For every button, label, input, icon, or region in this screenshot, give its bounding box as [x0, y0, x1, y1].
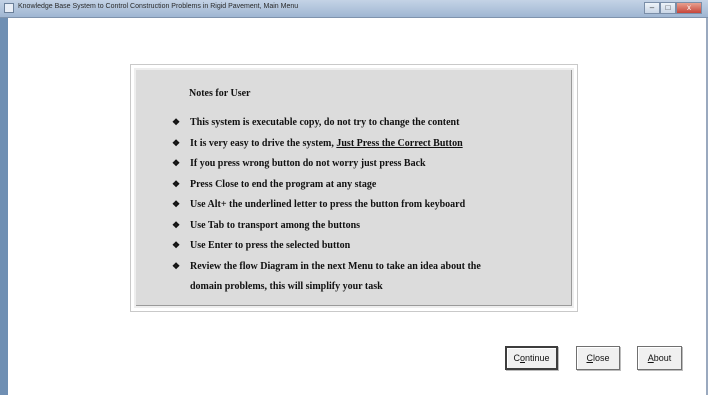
bullet-icon: ❖ [172, 138, 181, 148]
note-text: Press Close to end the program at any st… [190, 179, 377, 190]
close-label-post: lose [592, 353, 610, 363]
note-text: If you press wrong button do not worry j… [190, 158, 426, 169]
note-text: This system is executable copy, do not t… [190, 117, 460, 128]
continue-label-post: ntinue [524, 353, 550, 363]
note-item: ❖ Use Alt+ the underlined letter to press… [172, 199, 465, 210]
note-item: ❖ Press Close to end the program at any s… [172, 179, 376, 190]
bullet-icon: ❖ [172, 220, 181, 230]
note-text: Use Tab to transport among the buttons [190, 220, 361, 231]
note-item: ❖ Use Tab to transport among the buttons [172, 220, 360, 231]
title-bar[interactable]: Knowledge Base System to Control Constru… [0, 0, 708, 18]
about-label-post: bout [653, 353, 672, 363]
minimize-button[interactable]: – [644, 2, 660, 14]
note-continuation: domain problems, this will simplify your… [190, 281, 383, 292]
note-item: ❖ This system is executable copy, do not … [172, 117, 459, 128]
note-item: ❖ Review the flow Diagram in the next Men… [172, 261, 481, 272]
bullet-icon: ❖ [172, 179, 181, 189]
note-text: Use Enter to press the selected button [190, 240, 351, 251]
about-button[interactable]: About [637, 346, 682, 370]
bullet-icon: ❖ [172, 240, 181, 250]
bullet-icon: ❖ [172, 117, 181, 127]
note-text: Use Alt+ the underlined letter to press … [190, 199, 466, 210]
app-icon [4, 3, 14, 13]
bullet-icon: ❖ [172, 261, 181, 271]
note-item: ❖ It is very easy to drive the system, Ju… [172, 138, 463, 149]
notes-title: Notes for User [189, 88, 251, 99]
continue-button[interactable]: Co ntinue [505, 346, 558, 370]
note-underlined-text: Just Press the Correct Button [336, 138, 463, 149]
window-title: Knowledge Base System to Control Constru… [18, 3, 299, 10]
bullet-icon: ❖ [172, 199, 181, 209]
note-text: Review the flow Diagram in the next Menu… [190, 261, 481, 272]
maximize-button[interactable]: □ [660, 2, 676, 14]
close-window-button[interactable]: x [676, 2, 702, 14]
bullet-icon: ❖ [172, 158, 181, 168]
note-item: ❖ If you press wrong button do not worry … [172, 158, 426, 169]
window-controls: – □ x [644, 2, 702, 14]
close-button[interactable]: Close [576, 346, 620, 370]
note-item: ❖ Use Enter to press the selected button [172, 240, 350, 251]
note-text: It is very easy to drive the system, [190, 138, 337, 149]
